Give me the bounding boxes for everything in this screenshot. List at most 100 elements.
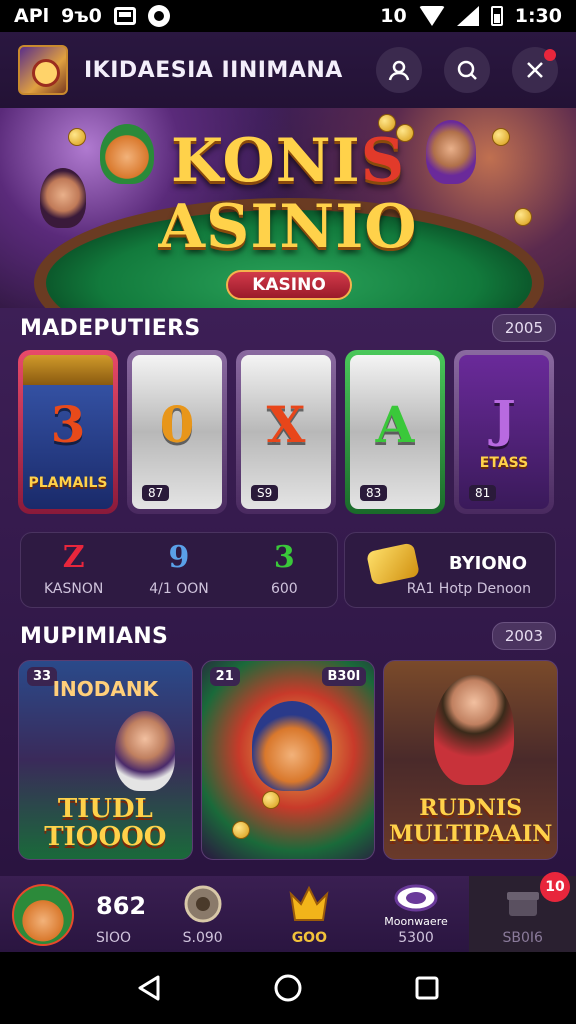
back-triangle-icon xyxy=(138,975,160,1001)
nav-label: GOO xyxy=(291,930,327,946)
slot-reel[interactable]: J ETASS 81 xyxy=(454,350,554,514)
recents-square-icon xyxy=(415,976,439,1000)
hero-banner[interactable]: KONIS ASINIO KASINO xyxy=(0,108,576,308)
nav-profile-sub: SIOO xyxy=(96,930,132,946)
chip-icon xyxy=(394,884,438,912)
slot-reel[interactable]: X S9 xyxy=(236,350,336,514)
nav-crown[interactable]: GOO xyxy=(256,876,363,952)
kasino-button[interactable]: KASINO xyxy=(226,270,352,300)
hero-title-part: KONI xyxy=(170,126,361,196)
battery-icon xyxy=(490,6,503,26)
stat-value: Z xyxy=(62,540,85,575)
app-header: IKIDAESIA IINIMANA xyxy=(0,32,576,108)
user-icon xyxy=(388,60,410,81)
main-content: MADEPUTIERS 2005 3 PLAMAILS 0 87 X S9 A xyxy=(0,308,576,876)
signal-icon xyxy=(456,6,479,26)
home-circle-icon xyxy=(274,974,302,1002)
stat-cell: Z KASNON xyxy=(21,533,126,607)
game-card[interactable]: 33 INODANK TIUDL TIOOOO xyxy=(18,660,193,860)
game-cards: 33 INODANK TIUDL TIOOOO 21 B30I RUDNIS M… xyxy=(18,660,559,860)
nav-gift[interactable]: 10 SB0I6 xyxy=(469,872,576,952)
reel-footer: 81 xyxy=(469,485,497,501)
search-button[interactable] xyxy=(444,47,490,93)
slot-reel[interactable]: A 83 xyxy=(345,350,445,514)
ticket-icon xyxy=(365,542,421,586)
stat-label: 600 xyxy=(270,581,298,597)
status-carrier: APl xyxy=(14,5,50,27)
close-button[interactable] xyxy=(512,47,558,93)
stats-card[interactable]: Z KASNON 9 4/1 OON 3 600 xyxy=(20,532,338,608)
bonus-card[interactable]: BYIONO RA1 Hotp Denoon xyxy=(344,532,556,608)
wheel-icon xyxy=(184,885,222,923)
section-title-games: MUPIMIANS xyxy=(20,623,169,649)
home-button[interactable] xyxy=(268,968,308,1008)
nav-profile-value: 862 xyxy=(96,892,147,920)
card-title: TIUDL TIOOOO xyxy=(44,794,167,852)
reel-symbol: A xyxy=(375,395,415,454)
status-notification-text: 9ъ0 xyxy=(61,5,102,27)
avatar xyxy=(12,884,74,946)
nav-profile[interactable]: 862 SIOO xyxy=(0,876,149,952)
nav-label: SB0I6 xyxy=(502,930,543,946)
slot-reels: 3 PLAMAILS 0 87 X S9 A 83 J ETASS 81 xyxy=(18,350,558,514)
back-button[interactable] xyxy=(129,968,169,1008)
game-card[interactable]: 21 B30I xyxy=(200,660,376,860)
app-title: IKIDAESIA IINIMANA xyxy=(84,57,343,83)
wifi-icon xyxy=(418,6,445,26)
reel-caption: PLAMAILS xyxy=(28,475,108,491)
status-extra: 10 xyxy=(380,5,407,27)
stat-value: 9 xyxy=(168,540,190,575)
app-logo[interactable] xyxy=(18,45,68,95)
stat-cell: 9 4/1 OON xyxy=(126,533,231,607)
stats-row: Z KASNON 9 4/1 OON 3 600 BYIONO RA1 Hotp… xyxy=(20,532,556,608)
reel-symbol: J xyxy=(492,389,516,448)
status-bar: APl 9ъ0 10 1:30 xyxy=(0,0,576,32)
stat-label: KASNON xyxy=(43,581,104,597)
coin-graphic xyxy=(231,821,250,839)
reel-symbol: 0 xyxy=(159,395,195,454)
card-tag-right: B30I xyxy=(321,667,367,686)
coin-graphic xyxy=(261,791,280,809)
bonus-subtitle: RA1 Hotp Denoon xyxy=(406,581,531,597)
section-badge-games[interactable]: 2003 xyxy=(491,622,556,650)
crown-icon xyxy=(289,885,329,921)
reel-symbol: 3 xyxy=(50,395,86,454)
section-badge-slots[interactable]: 2005 xyxy=(491,314,556,342)
nav-label: S.090 xyxy=(182,930,223,946)
stat-cell: 3 600 xyxy=(232,533,337,607)
reel-footer: 87 xyxy=(142,485,170,501)
nav-wheel[interactable]: S.090 xyxy=(149,876,256,952)
dealer-graphic xyxy=(115,711,175,791)
section-title-slots: MADEPUTIERS xyxy=(20,315,201,341)
reel-footer: 83 xyxy=(360,485,388,501)
nav-chip[interactable]: Moonwaere 5300 xyxy=(363,876,470,952)
slot-reel[interactable]: 3 PLAMAILS xyxy=(18,350,118,514)
card-tag: 21 xyxy=(209,667,240,686)
bottom-nav: 862 SIOO S.090 GOO Moonwaere 5300 10 SB0… xyxy=(0,872,576,952)
hero-title-line-1: KONIS xyxy=(0,131,576,191)
profile-button[interactable] xyxy=(376,47,422,93)
nav-label: 5300 xyxy=(398,930,434,946)
stat-value: 3 xyxy=(273,540,295,575)
player-graphic xyxy=(434,675,515,785)
slot-reel[interactable]: 0 87 xyxy=(127,350,227,514)
card-sign: INODANK xyxy=(52,677,159,701)
sync-icon xyxy=(147,5,170,27)
hero-title-accent: S xyxy=(360,126,406,196)
card-title: RUDNIS MULTIPAAIN xyxy=(389,795,553,847)
status-time: 1:30 xyxy=(514,5,562,27)
mascot-graphic xyxy=(251,701,332,791)
reel-symbol: X xyxy=(266,395,306,454)
system-nav-bar xyxy=(0,952,576,1024)
hero-title-line-2: ASINIO xyxy=(158,192,418,262)
bonus-title: BYIONO xyxy=(448,553,527,574)
game-card[interactable]: RUDNIS MULTIPAAIN xyxy=(383,660,559,860)
nav-sub-label: Moonwaere xyxy=(384,915,448,928)
recents-button[interactable] xyxy=(407,968,447,1008)
section-header-games: MUPIMIANS 2003 xyxy=(20,622,556,650)
close-icon xyxy=(527,62,543,78)
screenshot-icon xyxy=(113,7,136,25)
gift-icon xyxy=(506,892,539,916)
reel-caption: ETASS xyxy=(479,455,529,471)
search-icon xyxy=(457,60,477,80)
